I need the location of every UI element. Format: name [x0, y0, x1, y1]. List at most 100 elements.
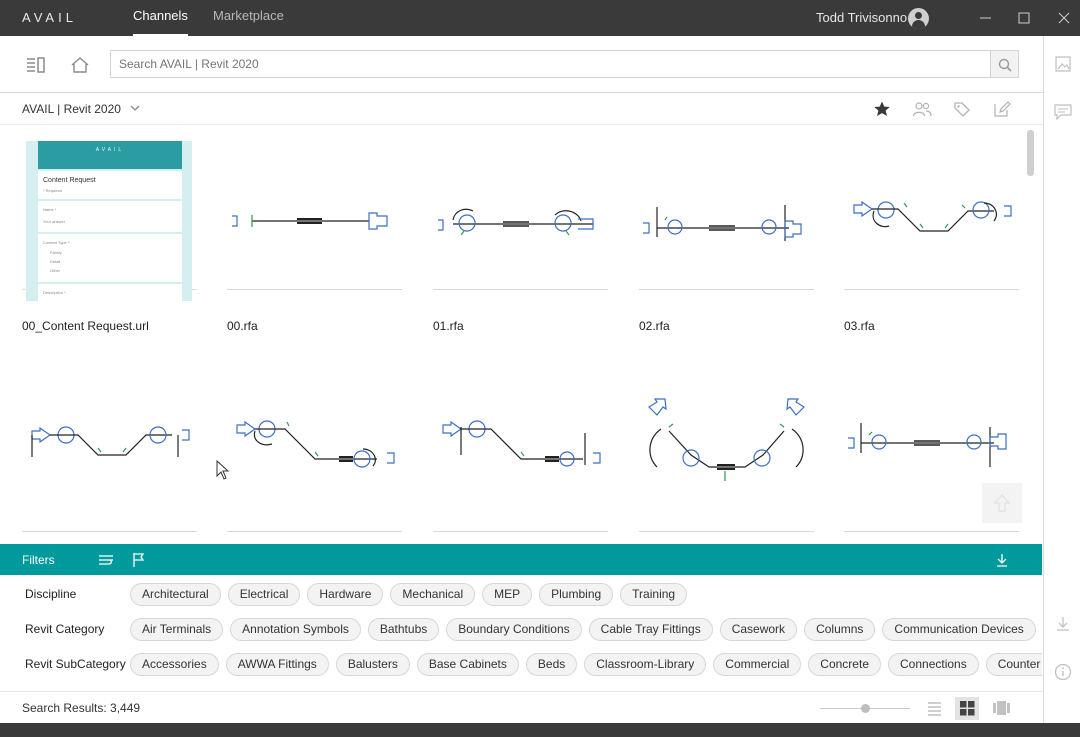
filter-chip[interactable]: Bathtubs — [367, 618, 440, 641]
filter-chip[interactable]: Casework — [719, 618, 798, 641]
filter-chip[interactable]: Annotation Symbols — [230, 618, 361, 641]
window-bottom-edge — [0, 723, 1080, 737]
users-icon[interactable] — [912, 100, 932, 118]
filter-chip[interactable]: Connections — [888, 653, 979, 676]
card-view-icon[interactable] — [989, 697, 1013, 720]
home-icon[interactable] — [69, 54, 91, 76]
filter-row-label: Revit Category — [25, 622, 105, 636]
chevron-down-icon[interactable] — [128, 101, 142, 115]
card-thumbnail[interactable] — [227, 367, 402, 532]
card-thumbnail[interactable] — [844, 125, 1019, 290]
user-name[interactable]: Todd Trivisonno — [816, 10, 907, 25]
revit-subcategory-chips: Accessories AWWA Fittings Balusters Base Ca… — [130, 653, 1042, 677]
filter-chip[interactable]: Hardware — [307, 583, 384, 606]
filter-chip[interactable]: Electrical — [227, 583, 301, 606]
filter-chip[interactable]: Columns — [804, 618, 876, 641]
fitting-drawing — [236, 420, 395, 468]
filters-title[interactable]: Filters — [22, 553, 55, 567]
card-thumbnail[interactable] — [22, 367, 197, 532]
filter-chip[interactable]: Plumbing — [539, 583, 614, 606]
form-required-note: * Required — [43, 188, 62, 193]
form-preview-image: AVAIL Content Request * Required Name * … — [26, 141, 192, 301]
filter-chip[interactable]: Architectural — [130, 583, 221, 606]
fitting-drawing — [643, 205, 802, 241]
fitting-drawing — [31, 426, 190, 457]
filter-chip[interactable]: Training — [620, 583, 688, 606]
card-thumbnail[interactable] — [227, 125, 402, 290]
edit-icon[interactable] — [992, 100, 1012, 118]
content-grid: AVAIL Content Request * Required Name * … — [0, 125, 1043, 544]
form-title: Content Request — [43, 177, 96, 184]
tab-marketplace[interactable]: Marketplace — [213, 8, 284, 23]
card-label[interactable]: 01.rfa — [433, 319, 464, 333]
list-view-icon[interactable] — [922, 697, 946, 720]
toolbar — [0, 36, 1043, 93]
maximize-icon[interactable] — [1014, 8, 1034, 28]
form-name-label: Name * — [43, 207, 57, 212]
fitting-drawing — [648, 398, 805, 481]
filter-chip[interactable]: Base Cabinets — [416, 653, 519, 676]
scroll-to-top-button[interactable] — [982, 483, 1022, 523]
filter-chip[interactable]: Commercial — [713, 653, 802, 676]
zoom-slider-handle[interactable] — [861, 704, 870, 713]
filters-panel: Discipline Architectural Electrical Hardwa… — [0, 575, 1042, 691]
card-label[interactable]: 02.rfa — [639, 319, 670, 333]
form-option: Other — [50, 268, 61, 273]
filter-chip[interactable]: MEP — [482, 583, 533, 606]
tag-icon[interactable] — [952, 100, 972, 118]
image-icon[interactable] — [1053, 54, 1073, 74]
search-results-count: Search Results: 3,449 — [22, 701, 141, 715]
filter-chip[interactable]: Cable Tray Fittings — [588, 618, 713, 641]
filter-chip[interactable]: AWWA Fittings — [225, 653, 329, 676]
search-input[interactable] — [110, 50, 991, 78]
fitting-drawing — [232, 212, 388, 230]
download-icon[interactable] — [993, 551, 1011, 569]
filter-chip[interactable]: Classroom-Library — [584, 653, 707, 676]
filter-chip[interactable]: Mechanical — [390, 583, 476, 606]
title-bar: AVAIL Channels Marketplace Todd Trivison… — [0, 0, 1080, 36]
channel-name[interactable]: AVAIL | Revit 2020 — [22, 102, 121, 116]
card-label[interactable]: 00_Content Request.url — [22, 319, 149, 333]
avail-app: AVAIL Channels Marketplace Todd Trivison… — [0, 0, 1080, 737]
card-thumbnail[interactable]: AVAIL Content Request * Required Name * … — [22, 125, 197, 301]
star-icon[interactable] — [872, 100, 892, 118]
download-icon[interactable] — [1053, 614, 1073, 634]
avatar[interactable] — [908, 8, 929, 29]
mouse-cursor-icon — [216, 460, 230, 480]
avail-logo: AVAIL — [22, 10, 77, 25]
filter-chip[interactable]: Communication Devices — [882, 618, 1036, 641]
fitting-drawing — [442, 420, 601, 467]
filter-chip[interactable]: Air Terminals — [130, 618, 224, 641]
form-name-placeholder: Your answer — [43, 219, 66, 224]
filters-bar: Filters — [0, 544, 1042, 575]
filter-chip[interactable]: Concrete — [808, 653, 881, 676]
filter-chip[interactable]: Accessories — [130, 653, 219, 676]
filter-chip[interactable]: Balusters — [335, 653, 410, 676]
card-label[interactable]: 03.rfa — [844, 319, 875, 333]
grid-scrollbar[interactable] — [1027, 130, 1034, 176]
filter-row-label: Discipline — [25, 587, 77, 601]
search-button[interactable] — [990, 50, 1019, 78]
flag-icon[interactable] — [130, 551, 148, 569]
status-bar: Search Results: 3,449 — [0, 691, 1043, 723]
close-icon[interactable] — [1054, 8, 1074, 28]
discipline-chips: Architectural Electrical Hardware Mechanica… — [130, 583, 694, 607]
grid-view-icon[interactable] — [955, 697, 979, 720]
filter-chip[interactable]: Boundary Conditions — [446, 618, 582, 641]
comment-icon[interactable] — [1053, 102, 1073, 122]
sort-lines-icon[interactable] — [97, 551, 115, 569]
arrow-up-icon — [993, 494, 1011, 512]
panel-toggle-icon[interactable] — [25, 54, 47, 76]
card-label[interactable]: 00.rfa — [227, 319, 258, 333]
card-thumbnail[interactable] — [639, 367, 814, 532]
card-thumbnail[interactable] — [639, 125, 814, 290]
filter-chip[interactable]: Beds — [525, 653, 578, 676]
minimize-icon[interactable] — [976, 8, 996, 28]
tab-channels[interactable]: Channels — [133, 8, 188, 36]
form-description-label: Description * — [43, 290, 66, 295]
filter-chip[interactable]: Counter Tops — [985, 653, 1042, 676]
card-thumbnail[interactable] — [433, 367, 608, 532]
search-icon — [998, 58, 1012, 72]
info-icon[interactable] — [1053, 662, 1073, 682]
card-thumbnail[interactable] — [433, 125, 608, 290]
